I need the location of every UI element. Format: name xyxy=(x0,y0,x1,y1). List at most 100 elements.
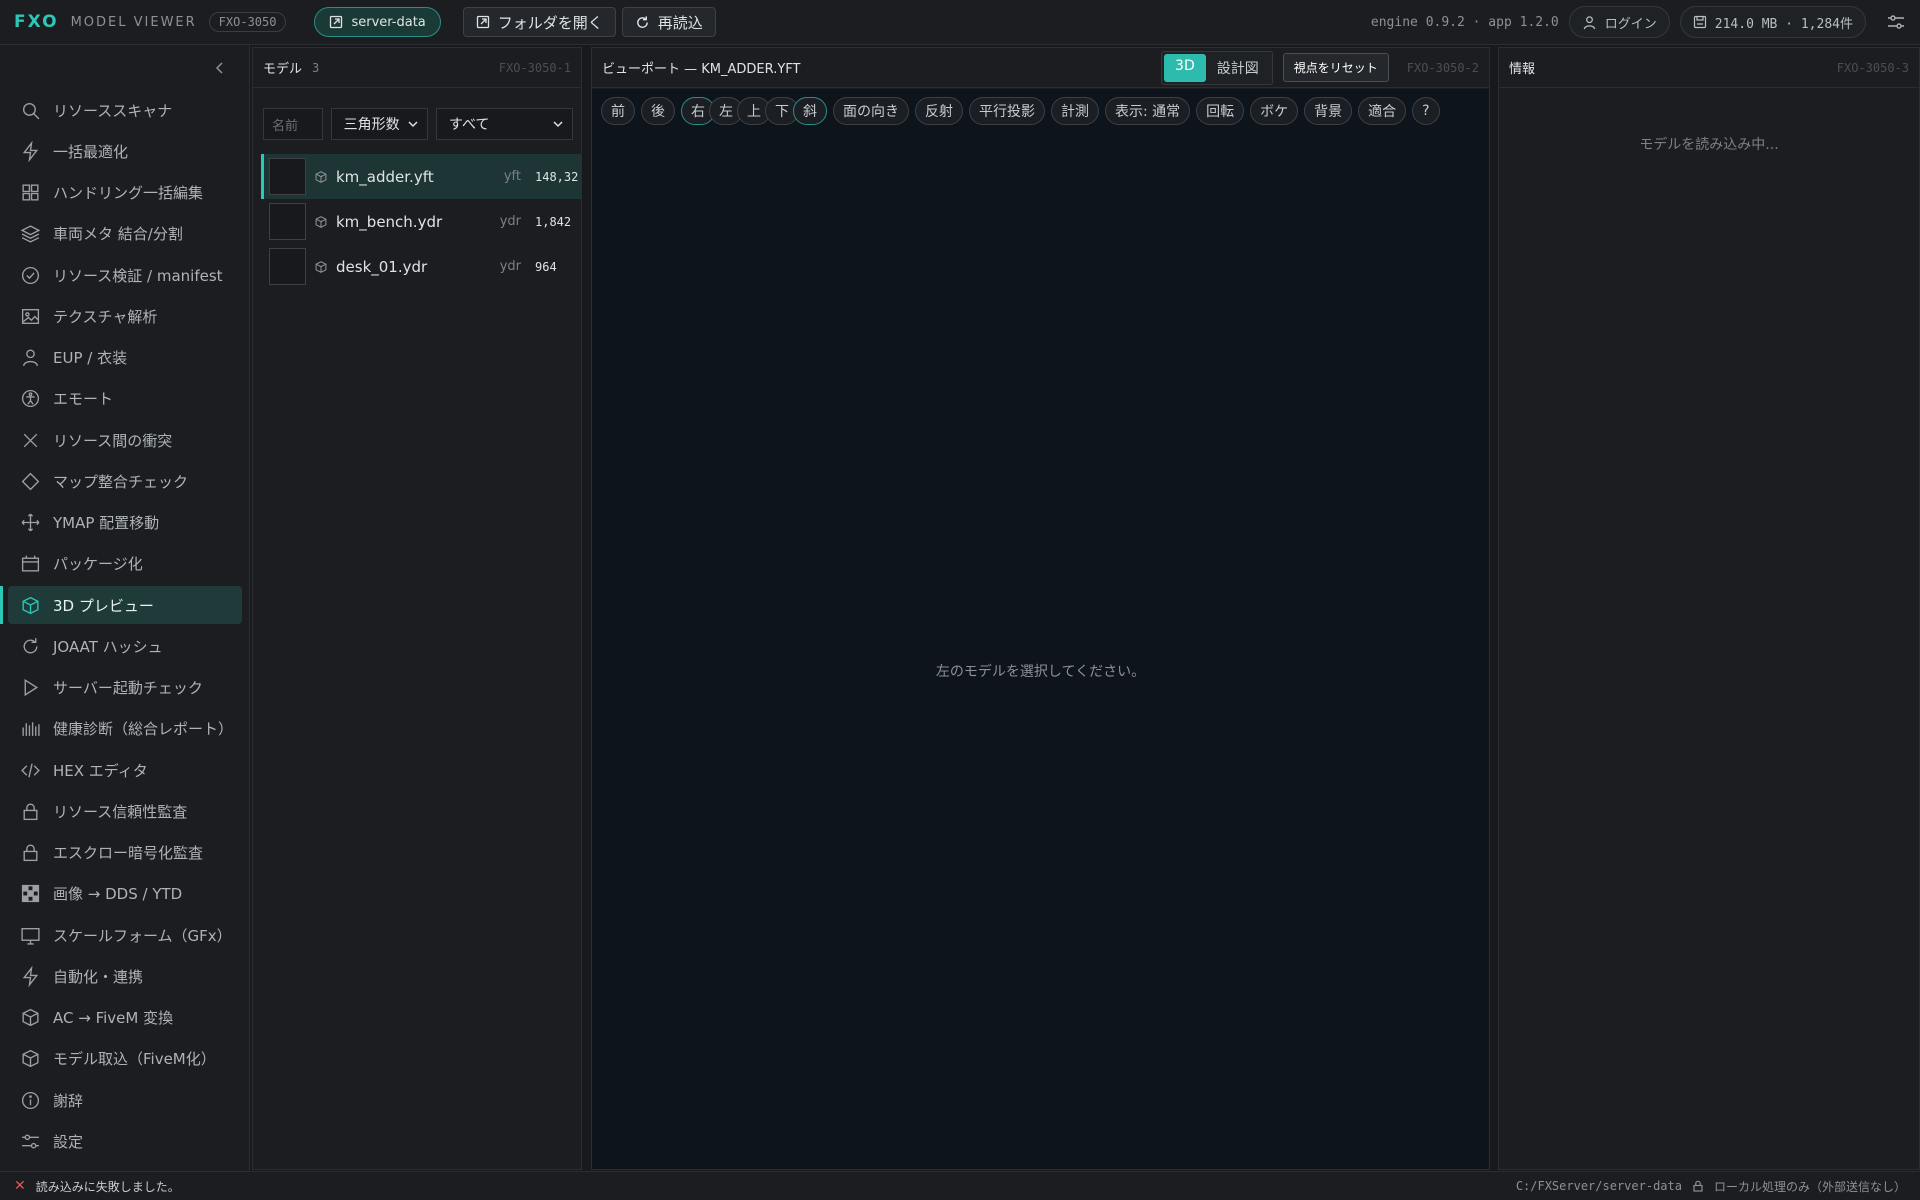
view-tool-button[interactable]: 平行投影 xyxy=(969,97,1045,125)
model-tri-count: 148,32 xyxy=(535,169,579,184)
user-icon xyxy=(1583,15,1596,29)
sidebar-item[interactable]: ハンドリング一括編集 xyxy=(8,174,242,212)
view-tool-button[interactable]: 後 xyxy=(641,97,675,125)
sidebar-item[interactable]: リソース間の衝突 xyxy=(8,421,242,459)
sidebar-item[interactable]: AC → FiveM 変換 xyxy=(8,999,242,1037)
sidebar-item[interactable]: EUP / 衣装 xyxy=(8,339,242,377)
sidebar-item[interactable]: 画像 → DDS / YTD xyxy=(8,875,242,913)
view-tool-button[interactable]: 反射 xyxy=(915,97,963,125)
image-icon xyxy=(21,308,40,324)
reload-button[interactable]: 再読込 xyxy=(621,7,716,37)
view-tool-button[interactable]: 計測 xyxy=(1051,97,1099,125)
sidebar: リソーススキャナ 一括最適化ハンドリング一括編集 車両メタ 結合/分割リソース検証 … xyxy=(0,45,250,1171)
info-icon xyxy=(21,1091,40,1109)
loading-text: モデルを読み込み中... xyxy=(1639,137,1779,153)
sidebar-item[interactable]: 一括最適化 xyxy=(8,132,242,170)
settings-sliders-icon[interactable] xyxy=(1886,12,1906,32)
view-tool-button[interactable]: 表示: 通常 xyxy=(1105,97,1191,125)
sidebar-item[interactable]: リソース検証 / manifest xyxy=(8,256,242,294)
model-row[interactable]: desk_01.ydr ydr 964 xyxy=(261,244,581,289)
login-button[interactable]: ログイン xyxy=(1568,6,1670,38)
sidebar-item-label: 3D プレビュー xyxy=(53,596,154,615)
status-bar: ✕ 読み込みに失敗しました。 C:/FXServer/server-data ロ… xyxy=(0,1171,1920,1200)
bars-icon xyxy=(22,722,40,737)
workspace-button[interactable]: server-data xyxy=(314,7,441,37)
sidebar-item-label: 健康診断（総合レポート） xyxy=(53,720,234,739)
sidebar-item-label: エスクロー暗号化監査 xyxy=(53,844,204,862)
sidebar-item[interactable]: サーバー起動チェック xyxy=(8,669,242,707)
view-tool-button[interactable]: 背景 xyxy=(1304,97,1353,125)
sidebar-item[interactable]: マップ整合チェック xyxy=(8,462,242,500)
model-thumbnail xyxy=(269,158,306,195)
sidebar-item[interactable]: 設定 xyxy=(8,1122,242,1160)
viewport-message: 左のモデルを選択してください。 xyxy=(935,664,1146,680)
model-ext: yft xyxy=(503,169,521,184)
sidebar-item-label: EUP / 衣装 xyxy=(53,349,128,367)
app-name: MODEL VIEWER xyxy=(70,14,197,30)
checker-icon xyxy=(21,885,40,903)
reset-view-button[interactable]: 視点をリセット xyxy=(1282,53,1389,82)
sidebar-item[interactable]: 3D プレビュー xyxy=(0,586,242,624)
sidebar-item[interactable]: HEX エディタ xyxy=(8,751,242,789)
sidebar-item-label: モデル取込（FiveM化） xyxy=(53,1050,216,1069)
app-id-badge: FXO-3050 xyxy=(208,12,287,32)
model-thumbnail xyxy=(269,248,306,285)
sidebar-item[interactable]: スケールフォーム（GFx） xyxy=(8,916,242,954)
memory-usage-badge: 214.0 MB · 1,284件 xyxy=(1679,6,1866,38)
save-icon xyxy=(1693,15,1706,29)
model-row[interactable]: km_bench.ydr ydr 1,842 xyxy=(261,199,581,244)
model-tri-count: 964 xyxy=(535,259,557,274)
error-icon: ✕ xyxy=(14,1178,26,1194)
sort-select-value: 三角形数 xyxy=(343,117,400,133)
collapse-sidebar-icon[interactable] xyxy=(213,61,227,75)
cube-icon xyxy=(315,170,327,183)
sidebar-item-label: パッケージ化 xyxy=(53,555,143,574)
name-filter-input[interactable]: 名前 xyxy=(263,108,323,140)
sidebar-item[interactable]: リソーススキャナ xyxy=(8,91,242,129)
view-tool-button[interactable]: 前 xyxy=(601,97,635,125)
model-name: km_bench.ydr xyxy=(336,212,443,231)
sliders-icon xyxy=(22,1134,39,1149)
sidebar-item-label: スケールフォーム（GFx） xyxy=(53,926,232,945)
sidebar-item[interactable]: モデル取込（FiveM化） xyxy=(8,1040,242,1078)
view-tool-button[interactable]: ボケ xyxy=(1250,97,1299,125)
viewport-canvas[interactable]: 左のモデルを選択してください。 xyxy=(592,89,1489,1169)
open-folder-button[interactable]: フォルダを開く xyxy=(462,7,616,37)
sidebar-item[interactable]: エモート xyxy=(8,380,242,418)
sidebar-item[interactable]: パッケージ化 xyxy=(8,545,242,583)
view-tool-button[interactable]: 適合 xyxy=(1358,97,1407,125)
view-tool-button[interactable]: ? xyxy=(1412,97,1440,125)
cube-icon xyxy=(22,1008,39,1027)
sidebar-item[interactable]: 自動化・連携 xyxy=(8,957,242,995)
sidebar-item-label: リソース検証 / manifest xyxy=(53,266,223,285)
mode-3d-button[interactable]: 3D xyxy=(1164,53,1206,82)
sidebar-item[interactable]: リソース信頼性監査 xyxy=(8,792,242,830)
play-icon xyxy=(24,678,39,697)
status-message: 読み込みに失敗しました。 xyxy=(35,1179,180,1194)
cube-icon xyxy=(22,596,39,614)
sidebar-item[interactable]: 謝辞 xyxy=(8,1081,242,1119)
view-tool-button[interactable]: 回転 xyxy=(1196,97,1245,125)
open-folder-label: フォルダを開く xyxy=(497,13,603,32)
workspace-label: server-data xyxy=(351,14,426,30)
sidebar-item[interactable]: テクスチャ解析 xyxy=(8,297,242,335)
sidebar-item[interactable]: 車両メタ 結合/分割 xyxy=(8,215,242,253)
sidebar-item[interactable]: 健康診断（総合レポート） xyxy=(8,710,242,748)
sidebar-item[interactable]: YMAP 配置移動 xyxy=(8,504,242,542)
sidebar-item[interactable]: JOAAT ハッシュ xyxy=(8,627,242,665)
viewport-panel: ビューポート — KM_ADDER.YFT 3D 設計図 視点をリセット FXO… xyxy=(591,47,1490,1170)
sidebar-item[interactable]: エスクロー暗号化監査 xyxy=(8,834,242,872)
model-row[interactable]: km_adder.yft yft 148,32 xyxy=(261,154,581,199)
view-tool-button[interactable]: 斜 xyxy=(793,97,827,125)
filter-select[interactable]: すべて xyxy=(435,108,574,140)
search-icon xyxy=(22,102,40,119)
top-bar: FXO MODEL VIEWER FXO-3050 server-data フォ… xyxy=(0,0,1920,45)
lock-icon xyxy=(23,803,38,820)
sort-select[interactable]: 三角形数 xyxy=(330,108,428,140)
bolt-icon xyxy=(22,965,39,987)
sidebar-item-label: 設定 xyxy=(53,1132,84,1151)
mode-blueprint-button[interactable]: 設計図 xyxy=(1206,54,1270,82)
lock-icon xyxy=(23,844,38,862)
view-tool-button[interactable]: 面の向き xyxy=(833,97,909,125)
check-circle-icon xyxy=(21,266,40,284)
